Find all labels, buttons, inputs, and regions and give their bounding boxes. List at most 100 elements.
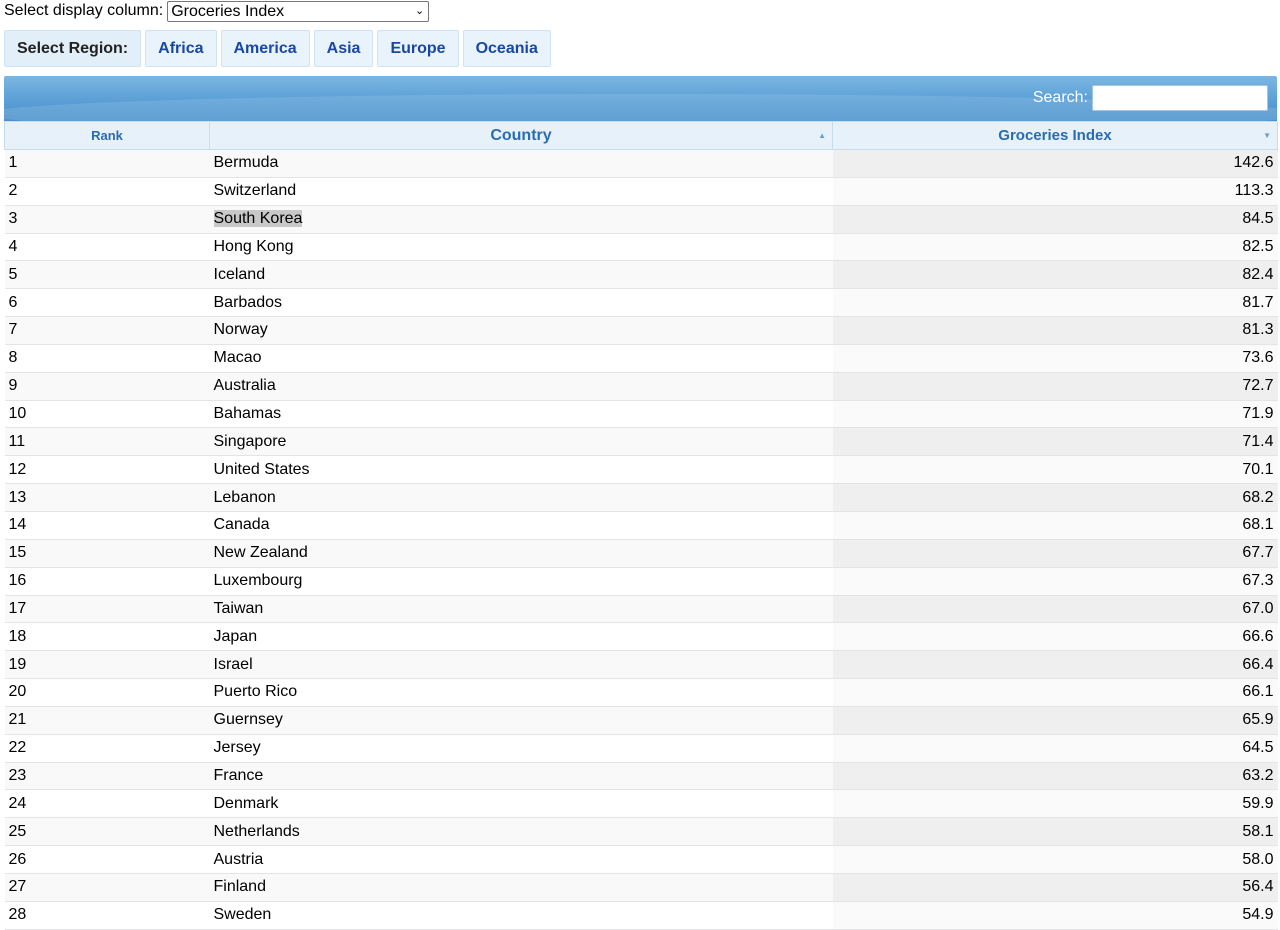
rank-cell: 14 — [4, 511, 210, 540]
table-row: 15 New Zealand 67.7 — [4, 539, 1278, 568]
table-row: 14 Canada 68.1 — [4, 511, 1278, 540]
region-africa-button[interactable]: Africa — [145, 30, 217, 67]
groceries-index-cell-text: 68.1 — [1242, 516, 1274, 534]
groceries-index-cell: 66.6 — [832, 622, 1278, 652]
country-header-label: Country — [490, 126, 552, 144]
region-america-button[interactable]: America — [220, 30, 310, 67]
groceries-index-cell-text: 67.7 — [1242, 544, 1274, 562]
rank-cell-text: 25 — [8, 822, 27, 840]
rank-cell: 10 — [4, 400, 210, 429]
rank-cell: 11 — [4, 427, 210, 457]
rank-cell-text: 16 — [8, 572, 27, 590]
country-cell-text: Finland — [213, 878, 266, 896]
groceries-index-cell-text: 81.7 — [1242, 293, 1274, 311]
table-row: 9 Australia 72.7 — [4, 372, 1278, 401]
country-cell: Iceland — [209, 260, 833, 290]
rank-cell-text: 26 — [8, 850, 27, 868]
table-row: 19 Israel 66.4 — [4, 650, 1278, 680]
rank-cell: 26 — [4, 845, 210, 874]
rank-cell: 3 — [4, 205, 210, 234]
groceries-index-cell: 66.1 — [832, 678, 1278, 707]
table-row: 1 Bermuda 142.6 — [4, 149, 1278, 178]
table-row: 4 Hong Kong 82.5 — [4, 233, 1278, 262]
rank-cell-text: 4 — [8, 237, 18, 255]
groceries-index-cell: 58.0 — [832, 845, 1278, 874]
table-row: 17 Taiwan 67.0 — [4, 595, 1278, 624]
rank-cell: 17 — [4, 595, 210, 624]
rank-cell: 27 — [4, 873, 210, 902]
table-row: 10 Bahamas 71.9 — [4, 400, 1278, 429]
rank-cell: 12 — [4, 455, 210, 485]
country-cell-text: Macao — [213, 349, 262, 367]
country-cell-text: South Korea — [213, 210, 303, 228]
country-cell: Sweden — [209, 901, 833, 930]
rank-cell-text: 3 — [8, 210, 18, 228]
groceries-index-cell: 68.2 — [832, 483, 1278, 512]
rank-cell-text: 7 — [8, 321, 18, 339]
table-row: 11 Singapore 71.4 — [4, 427, 1278, 457]
country-cell: Singapore — [209, 427, 833, 457]
country-cell-text: France — [213, 766, 264, 784]
rank-cell: 1 — [4, 149, 210, 178]
rank-cell: 18 — [4, 622, 210, 652]
country-cell-text: Japan — [213, 627, 258, 645]
table-row: 28 Sweden 54.9 — [4, 901, 1278, 930]
country-cell-text: New Zealand — [213, 544, 308, 562]
groceries-index-cell-text: 58.1 — [1242, 822, 1274, 840]
rank-cell: 4 — [4, 233, 210, 262]
country-column-header[interactable]: Country ▲ — [209, 121, 833, 150]
rank-cell-text: 22 — [8, 739, 27, 757]
rank-cell-text: 5 — [8, 265, 18, 283]
groceries-index-cell-text: 67.3 — [1242, 572, 1274, 590]
rank-cell: 28 — [4, 901, 210, 930]
country-cell: Luxembourg — [209, 567, 833, 596]
groceries-index-cell: 84.5 — [832, 205, 1278, 234]
groceries-index-cell-text: 66.6 — [1242, 627, 1274, 645]
groceries-index-cell: 113.3 — [832, 177, 1278, 206]
region-oceania-button[interactable]: Oceania — [462, 30, 551, 67]
value-column-header[interactable]: Groceries Index ▼ — [832, 121, 1278, 150]
country-cell: Finland — [209, 873, 833, 902]
rank-cell: 2 — [4, 177, 210, 206]
country-cell-text: Bahamas — [213, 405, 282, 423]
rank-column-header[interactable]: Rank — [4, 121, 210, 150]
groceries-index-cell-text: 64.5 — [1242, 739, 1274, 757]
country-cell-text: Lebanon — [213, 488, 276, 506]
groceries-index-cell: 54.9 — [832, 901, 1278, 930]
country-cell-text: Bermuda — [213, 154, 279, 172]
rank-cell: 6 — [4, 288, 210, 318]
country-cell-text: Australia — [213, 377, 276, 395]
rank-cell-text: 18 — [8, 627, 27, 645]
display-column-select[interactable]: Groceries Index ⌄ — [167, 0, 430, 22]
country-cell: Israel — [209, 650, 833, 680]
region-europe-button[interactable]: Europe — [377, 30, 459, 67]
groceries-index-cell: 81.7 — [832, 288, 1278, 318]
groceries-index-cell: 67.3 — [832, 567, 1278, 596]
groceries-index-cell: 56.4 — [832, 873, 1278, 902]
table-row: 21 Guernsey 65.9 — [4, 706, 1278, 735]
table-row: 12 United States 70.1 — [4, 455, 1278, 485]
rank-cell-text: 20 — [8, 683, 27, 701]
country-cell-text: Puerto Rico — [213, 683, 298, 701]
groceries-index-cell: 66.4 — [832, 650, 1278, 680]
groceries-index-cell: 67.0 — [832, 595, 1278, 624]
region-asia-button[interactable]: Asia — [313, 30, 374, 67]
country-cell: Norway — [209, 316, 833, 345]
groceries-index-cell: 67.7 — [832, 539, 1278, 568]
table-row: 18 Japan 66.6 — [4, 622, 1278, 652]
groceries-index-cell: 71.4 — [832, 427, 1278, 457]
table-row: 8 Macao 73.6 — [4, 344, 1278, 373]
country-cell-text: Taiwan — [213, 599, 264, 617]
groceries-index-cell-text: 82.4 — [1242, 265, 1274, 283]
rank-cell-text: 21 — [8, 711, 27, 729]
country-cell: Hong Kong — [209, 233, 833, 262]
country-cell-text: Barbados — [213, 293, 283, 311]
search-input[interactable] — [1092, 85, 1268, 111]
search-label: Search: — [1032, 89, 1088, 106]
country-cell: Bahamas — [209, 400, 833, 429]
country-cell: Denmark — [209, 789, 833, 819]
table-row: 16 Luxembourg 67.3 — [4, 567, 1278, 596]
groceries-index-cell-text: 84.5 — [1242, 210, 1274, 228]
groceries-index-cell: 64.5 — [832, 734, 1278, 763]
groceries-index-cell: 73.6 — [832, 344, 1278, 373]
